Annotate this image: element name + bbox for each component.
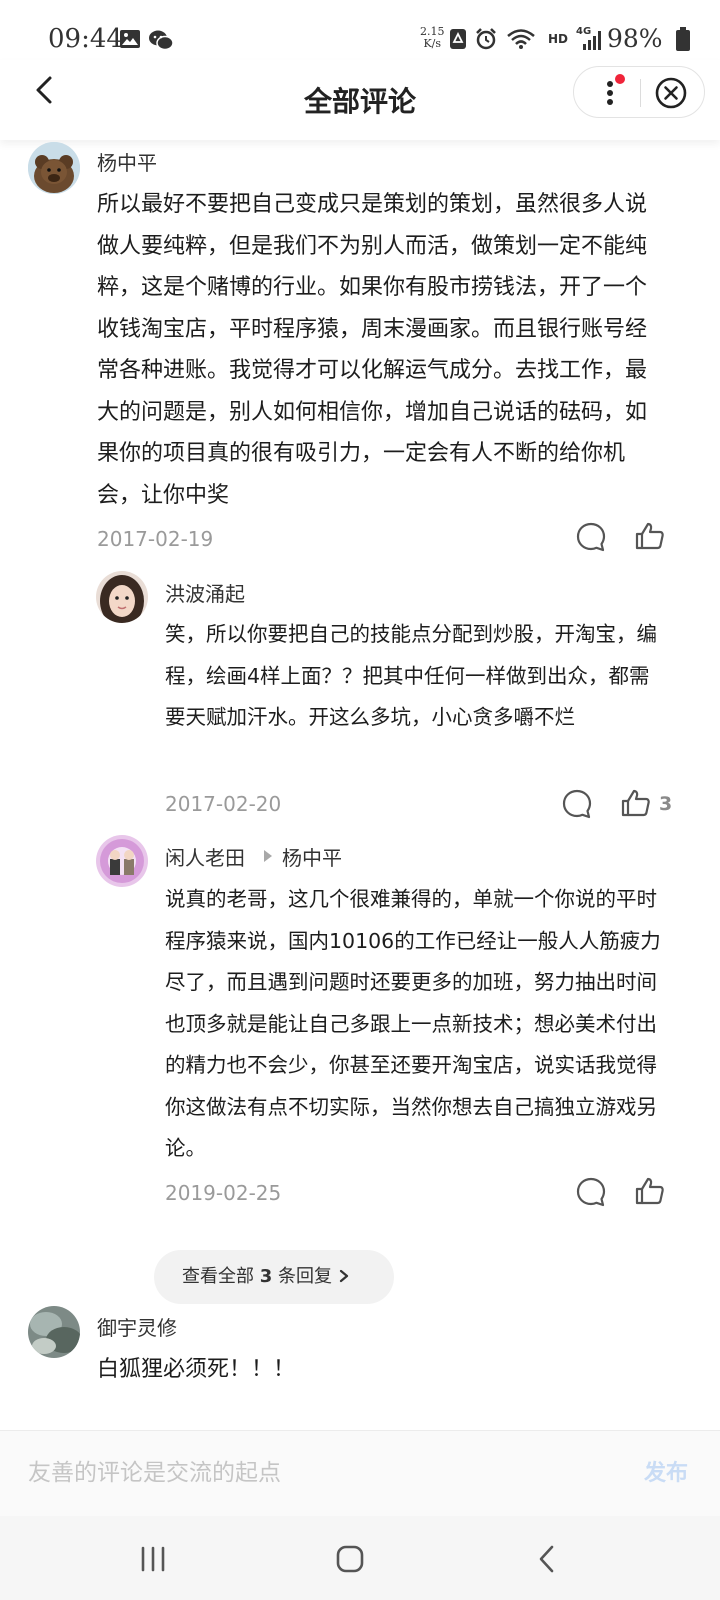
- reply-icon[interactable]: [575, 1176, 607, 1208]
- battery-icon: [676, 27, 690, 51]
- like-icon[interactable]: [634, 1175, 666, 1207]
- comment-author[interactable]: 杨中平: [97, 147, 157, 176]
- chevron-right-icon: [339, 1269, 348, 1283]
- hd-indicator: HD: [548, 32, 569, 46]
- view-all-suffix: 条回复: [278, 1266, 332, 1287]
- girl-avatar-image: [96, 571, 148, 623]
- avatar[interactable]: [28, 1306, 80, 1358]
- avatar[interactable]: [28, 142, 80, 194]
- system-nav-bar: [0, 1516, 720, 1600]
- like-count: 3: [659, 793, 673, 815]
- reply-to-arrow-icon: [264, 850, 272, 862]
- notification-dot: [615, 74, 625, 84]
- recycle-icon: [450, 29, 466, 49]
- avatar[interactable]: [96, 571, 148, 623]
- status-time: 09:44: [48, 24, 123, 54]
- reply-author[interactable]: 闲人老田: [165, 842, 245, 871]
- comment-text: 所以最好不要把自己变成只是策划的策划，虽然很多人说做人要纯粹，但是我们不为别人而…: [97, 192, 648, 508]
- close-circle-icon[interactable]: [652, 74, 690, 112]
- reply-icon[interactable]: [561, 788, 593, 820]
- status-bar: 09:44 2.15 K/s HD 4G 98%: [0, 0, 720, 60]
- comment-input[interactable]: 友善的评论是交流的起点: [28, 1453, 281, 1487]
- alarm-icon: [476, 28, 496, 50]
- anime-avatar-image: [96, 835, 148, 887]
- reply-text: 说真的老哥，这几个很难兼得的，单就一个你说的平时程序猿来说，国内10106的工作…: [165, 887, 661, 1160]
- signal-icon: [583, 31, 601, 50]
- comment-author[interactable]: 御宇灵修: [97, 1312, 177, 1341]
- bear-avatar-image: [28, 142, 80, 194]
- network-speed: 2.15 K/s: [420, 26, 445, 50]
- recent-apps-icon[interactable]: [130, 1536, 176, 1582]
- like-icon[interactable]: [620, 787, 652, 819]
- miniapp-capsule: [573, 66, 705, 118]
- back-icon[interactable]: [525, 1536, 571, 1582]
- comment-list[interactable]: 杨中平 所以最好不要把自己变成只是策划的策划，虽然很多人说做人要纯粹，但是我们不…: [0, 140, 720, 1430]
- reply-count: 3: [259, 1266, 273, 1287]
- speed-unit: K/s: [423, 37, 442, 50]
- home-icon[interactable]: [327, 1536, 373, 1582]
- like-icon[interactable]: [634, 520, 666, 552]
- capsule-divider: [640, 79, 641, 107]
- reply-text: 笑，所以你要把自己的技能点分配到炒股，开淘宝，编程，绘画4样上面？？把其中任何一…: [165, 622, 657, 729]
- wechat-icon: [149, 30, 174, 51]
- more-options-icon[interactable]: [590, 73, 630, 113]
- view-all-replies-button[interactable]: 查看全部 3 条回复: [154, 1250, 394, 1304]
- publish-button[interactable]: 发布: [644, 1455, 688, 1487]
- reply-author[interactable]: 洪波涌起: [165, 578, 245, 607]
- reply-icon[interactable]: [575, 521, 607, 553]
- comment-text: 白狐狸必须死！！！: [97, 1357, 296, 1382]
- landscape-avatar-image: [28, 1306, 80, 1358]
- reply-to-author[interactable]: 杨中平: [282, 842, 342, 871]
- reply-date: 2019-02-25: [165, 1181, 282, 1205]
- wifi-icon: [507, 29, 535, 49]
- gallery-icon: [120, 30, 140, 48]
- comment-input-bar: 友善的评论是交流的起点 发布: [0, 1430, 720, 1516]
- reply-date: 2017-02-20: [165, 792, 282, 816]
- top-app-bar: 全部评论: [0, 60, 720, 140]
- avatar[interactable]: [96, 835, 148, 887]
- view-all-prefix: 查看全部: [182, 1266, 254, 1287]
- comment-date: 2017-02-19: [97, 527, 214, 551]
- battery-level: 98%: [607, 24, 663, 53]
